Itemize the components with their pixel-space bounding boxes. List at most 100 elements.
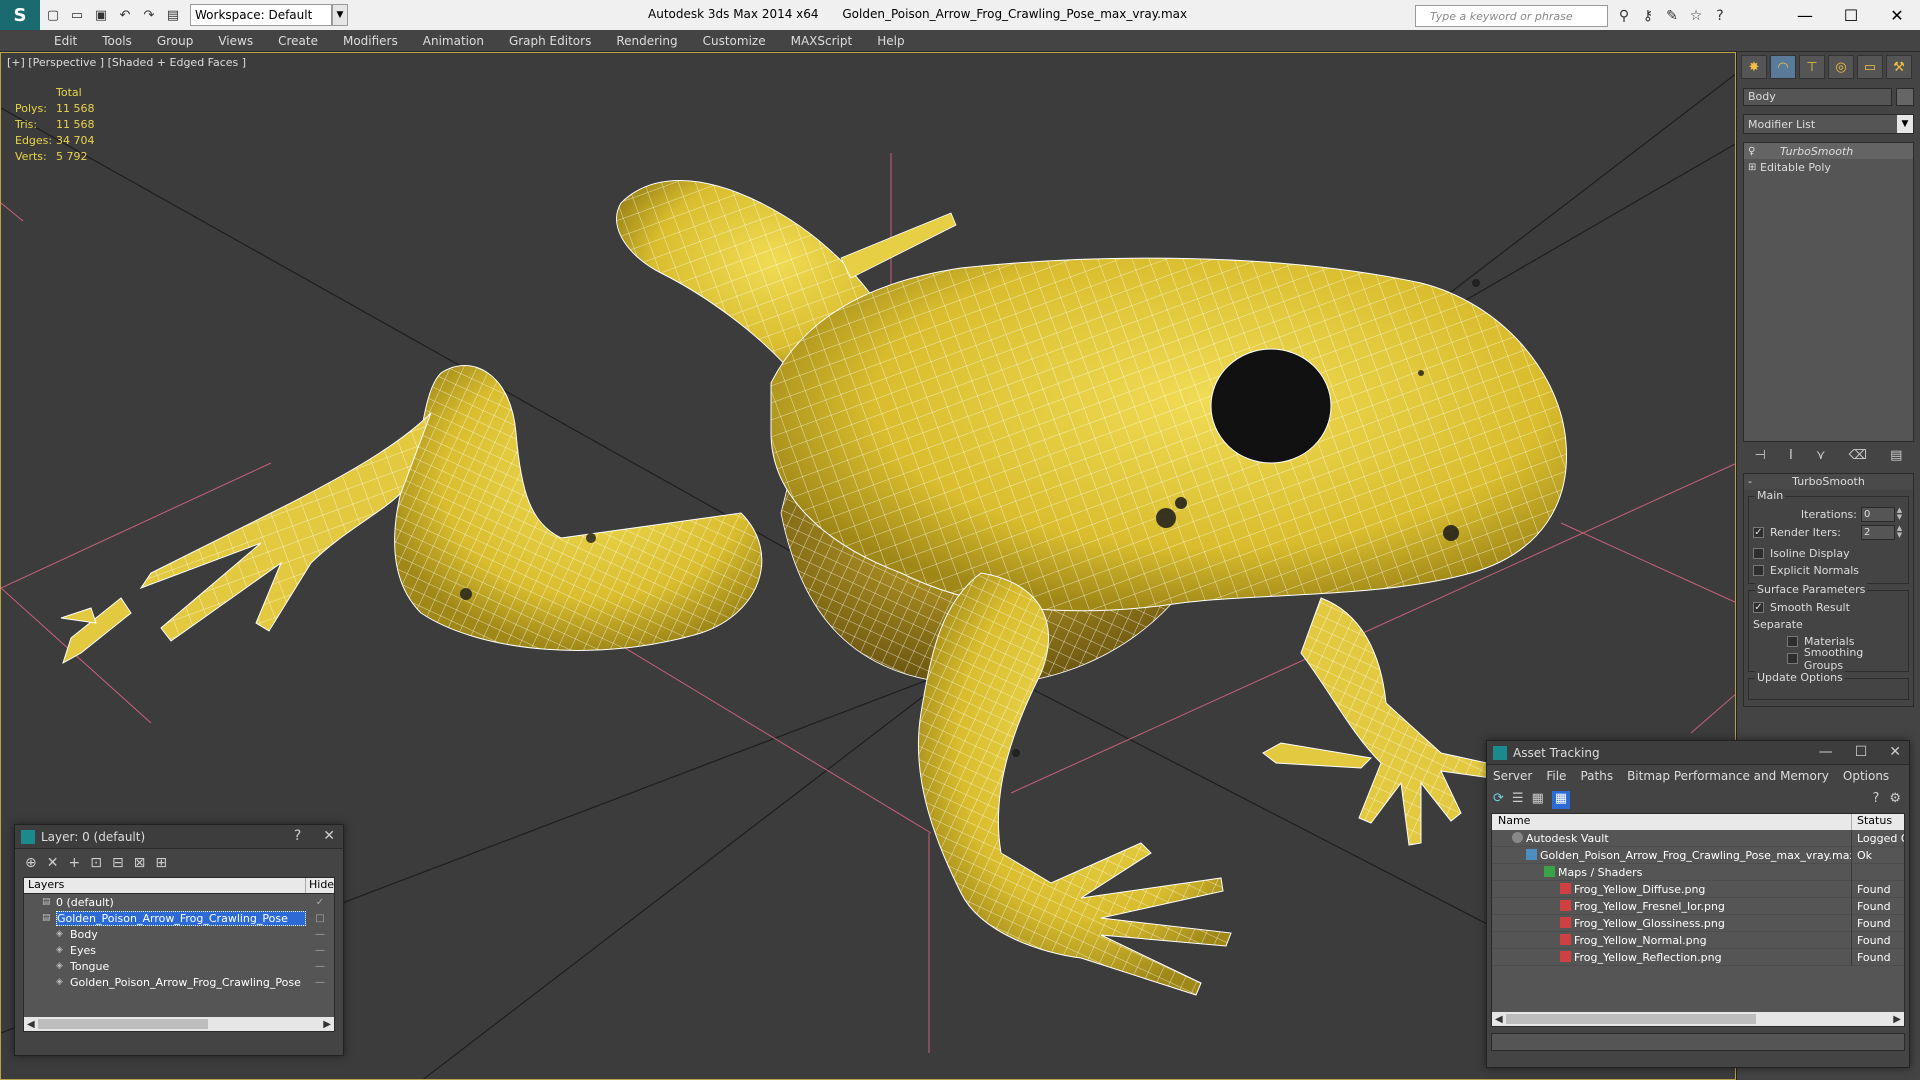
undo-icon[interactable]: ↶: [114, 4, 136, 26]
minimize-button[interactable]: —: [1819, 744, 1833, 760]
hide-all-icon[interactable]: ⊠: [134, 855, 146, 871]
close-button[interactable]: ✕: [323, 828, 335, 844]
spinner-arrows-icon[interactable]: ▲ ▼: [1895, 525, 1904, 539]
horizontal-scrollbar[interactable]: ◀ ▶: [1492, 1012, 1904, 1026]
asset-row[interactable]: Frog_Yellow_Glossiness.png Found: [1492, 914, 1904, 932]
hierarchy-tab-icon[interactable]: ⊤: [1799, 55, 1825, 79]
workspace-dropdown[interactable]: Workspace: Default: [190, 4, 332, 26]
pin-stack-icon[interactable]: ⊣: [1755, 448, 1766, 463]
close-button[interactable]: ✕: [1874, 0, 1920, 30]
lightbulb-icon[interactable]: ♀: [1748, 146, 1760, 157]
modify-tab-icon[interactable]: ◠: [1770, 55, 1796, 79]
name-column-header[interactable]: Name: [1492, 814, 1852, 830]
remove-modifier-icon[interactable]: ⌫: [1849, 448, 1867, 463]
render-iters-checkbox[interactable]: ✓: [1753, 526, 1764, 538]
hide-toggle-icon[interactable]: —: [306, 929, 334, 940]
show-end-result-icon[interactable]: Ⅰ: [1789, 448, 1793, 463]
hide-toggle-icon[interactable]: —: [306, 945, 334, 956]
menu-create[interactable]: Create: [278, 34, 318, 48]
scroll-thumb[interactable]: [1506, 1014, 1756, 1024]
object-color-swatch[interactable]: [1896, 88, 1914, 106]
select-objects-icon[interactable]: ⊡: [90, 855, 102, 871]
grid-view-icon[interactable]: ▦: [1551, 791, 1571, 809]
help-button[interactable]: ?: [294, 828, 301, 844]
layer-row[interactable]: ◈ Tongue —: [24, 958, 334, 974]
menu-file[interactable]: File: [1546, 769, 1566, 783]
smooth-result-checkbox[interactable]: ✓: [1753, 602, 1764, 613]
app-menu-button[interactable]: S: [0, 0, 40, 30]
spinner-arrows-icon[interactable]: ▲ ▼: [1895, 507, 1904, 521]
minimize-button[interactable]: —: [1782, 0, 1828, 30]
hide-toggle-icon[interactable]: —: [306, 977, 334, 988]
layer-row[interactable]: ◈ Golden_Poison_Arrow_Frog_Crawling_Pose…: [24, 974, 334, 990]
scroll-right-icon[interactable]: ▶: [1893, 1014, 1901, 1025]
expand-icon[interactable]: ⊞: [1748, 162, 1760, 173]
asset-row[interactable]: Golden_Poison_Arrow_Frog_Crawling_Pose_m…: [1492, 846, 1904, 864]
menu-paths[interactable]: Paths: [1580, 769, 1613, 783]
status-column-header[interactable]: Status: [1852, 814, 1904, 830]
menu-graph-editors[interactable]: Graph Editors: [509, 34, 591, 48]
asset-row[interactable]: Frog_Yellow_Diffuse.png Found: [1492, 880, 1904, 898]
asset-window-titlebar[interactable]: Asset Tracking — ☐ ✕: [1487, 741, 1909, 765]
motion-tab-icon[interactable]: ◎: [1828, 55, 1854, 79]
help-icon[interactable]: ?: [1872, 791, 1879, 806]
key-icon[interactable]: ⚷: [1636, 5, 1660, 27]
menu-animation[interactable]: Animation: [423, 34, 484, 48]
asset-path-field[interactable]: [1491, 1033, 1905, 1051]
menu-options[interactable]: Options: [1843, 769, 1889, 783]
menu-edit[interactable]: Edit: [54, 34, 77, 48]
layers-column-header[interactable]: Layers: [24, 878, 306, 893]
list-view-icon[interactable]: ☰: [1512, 791, 1524, 809]
scroll-left-icon[interactable]: ◀: [27, 1019, 35, 1030]
refresh-icon[interactable]: ⟳: [1493, 791, 1504, 809]
make-unique-icon[interactable]: ⋎: [1816, 448, 1826, 463]
hide-toggle-icon[interactable]: □: [306, 913, 334, 924]
add-to-layer-icon[interactable]: +: [68, 855, 80, 871]
menu-tools[interactable]: Tools: [102, 34, 132, 48]
layer-row[interactable]: ▤ 0 (default) ✓: [24, 894, 334, 910]
layer-window-titlebar[interactable]: Layer: 0 (default) ? ✕: [15, 825, 343, 849]
create-tab-icon[interactable]: ✸: [1741, 55, 1767, 79]
settings-icon[interactable]: ⚙: [1889, 791, 1901, 806]
stack-item-editable-poly[interactable]: ⊞ Editable Poly: [1744, 159, 1913, 175]
stack-item-turbosmooth[interactable]: ♀ TurboSmooth: [1744, 143, 1913, 159]
open-file-icon[interactable]: ▭: [66, 4, 88, 26]
rollout-header[interactable]: - TurboSmooth: [1744, 474, 1913, 490]
hide-column-header[interactable]: Hide: [306, 878, 334, 893]
menu-views[interactable]: Views: [218, 34, 253, 48]
display-tab-icon[interactable]: ▭: [1857, 55, 1883, 79]
menu-help[interactable]: Help: [877, 34, 904, 48]
viewport-label[interactable]: [+] [Perspective ] [Shaded + Edged Faces…: [7, 56, 246, 69]
menu-server[interactable]: Server: [1493, 769, 1532, 783]
scroll-right-icon[interactable]: ▶: [323, 1019, 331, 1030]
menu-maxscript[interactable]: MAXScript: [791, 34, 853, 48]
iterations-spinner[interactable]: 0: [1861, 506, 1895, 522]
scroll-thumb[interactable]: [38, 1019, 208, 1029]
menu-group[interactable]: Group: [157, 34, 194, 48]
utilities-tab-icon[interactable]: ⚒: [1886, 55, 1912, 79]
search-input[interactable]: Type a keyword or phrase: [1415, 5, 1608, 27]
highlight-layer-icon[interactable]: ⊟: [112, 855, 124, 871]
freeze-all-icon[interactable]: ⊞: [155, 855, 167, 871]
render-iters-spinner[interactable]: 2: [1861, 524, 1895, 540]
isoline-display-checkbox[interactable]: [1753, 548, 1764, 559]
asset-row[interactable]: Frog_Yellow_Fresnel_Ior.png Found: [1492, 897, 1904, 915]
menu-rendering[interactable]: Rendering: [616, 34, 677, 48]
asset-row[interactable]: Autodesk Vault Logged O: [1492, 829, 1904, 847]
wrench-icon[interactable]: ✎: [1660, 5, 1684, 27]
save-icon[interactable]: ▣: [90, 4, 112, 26]
new-file-icon[interactable]: ▢: [42, 4, 64, 26]
layer-row[interactable]: ◈ Body —: [24, 926, 334, 942]
smoothing-groups-checkbox[interactable]: [1787, 653, 1798, 664]
active-layer-check-icon[interactable]: ✓: [306, 897, 334, 908]
project-folder-icon[interactable]: ▤: [162, 4, 184, 26]
binoculars-icon[interactable]: ⚲: [1612, 5, 1636, 27]
delete-layer-icon[interactable]: ✕: [47, 855, 59, 871]
menu-bitmap-performance[interactable]: Bitmap Performance and Memory: [1627, 769, 1829, 783]
menu-customize[interactable]: Customize: [703, 34, 766, 48]
horizontal-scrollbar[interactable]: ◀ ▶: [24, 1017, 334, 1031]
layer-row[interactable]: ◈ Eyes —: [24, 942, 334, 958]
asset-row[interactable]: Maps / Shaders: [1492, 863, 1904, 881]
explicit-normals-checkbox[interactable]: [1753, 565, 1764, 576]
hide-toggle-icon[interactable]: —: [306, 961, 334, 972]
